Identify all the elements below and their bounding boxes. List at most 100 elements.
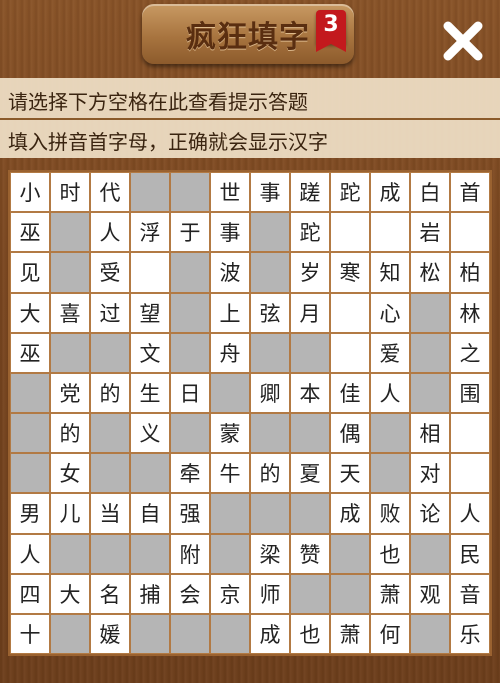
grid-letter-cell[interactable]: 之 <box>450 332 490 373</box>
grid-letter-cell[interactable]: 喜 <box>50 292 90 333</box>
grid-letter-cell[interactable]: 败 <box>370 493 410 534</box>
grid-letter-cell[interactable]: 当 <box>90 493 130 534</box>
grid-letter-cell[interactable]: 萧 <box>370 573 410 614</box>
grid-letter-cell[interactable]: 过 <box>90 292 130 333</box>
grid-letter-cell[interactable]: 佳 <box>330 372 370 413</box>
grid-letter-cell[interactable]: 林 <box>450 292 490 333</box>
grid-letter-cell[interactable]: 大 <box>50 573 90 614</box>
grid-letter-cell[interactable]: 相 <box>410 413 450 454</box>
grid-letter-cell[interactable]: 卿 <box>250 372 290 413</box>
grid-letter-cell[interactable] <box>130 252 170 293</box>
grid-letter-cell[interactable]: 附 <box>170 533 210 574</box>
grid-letter-cell[interactable]: 于 <box>170 212 210 253</box>
grid-letter-cell[interactable]: 观 <box>410 573 450 614</box>
grid-letter-cell[interactable]: 白 <box>410 172 450 213</box>
grid-letter-cell[interactable] <box>330 292 370 333</box>
grid-letter-cell[interactable]: 会 <box>170 573 210 614</box>
grid-letter-cell[interactable]: 松 <box>410 252 450 293</box>
grid-letter-cell[interactable]: 夏 <box>290 453 330 494</box>
grid-letter-cell[interactable]: 巫 <box>10 212 50 253</box>
grid-letter-cell[interactable]: 事 <box>250 172 290 213</box>
grid-letter-cell[interactable]: 月 <box>290 292 330 333</box>
grid-letter-cell[interactable]: 人 <box>450 493 490 534</box>
grid-letter-cell[interactable]: 的 <box>250 453 290 494</box>
grid-letter-cell[interactable]: 日 <box>170 372 210 413</box>
grid-letter-cell[interactable]: 心 <box>370 292 410 333</box>
grid-letter-cell[interactable]: 跎 <box>330 172 370 213</box>
grid-letter-cell[interactable] <box>330 332 370 373</box>
grid-letter-cell[interactable]: 人 <box>10 533 50 574</box>
grid-letter-cell[interactable]: 牵 <box>170 453 210 494</box>
grid-letter-cell[interactable] <box>370 212 410 253</box>
grid-letter-cell[interactable]: 音 <box>450 573 490 614</box>
grid-letter-cell[interactable]: 柏 <box>450 252 490 293</box>
grid-letter-cell[interactable]: 代 <box>90 172 130 213</box>
grid-letter-cell[interactable]: 论 <box>410 493 450 534</box>
grid-letter-cell[interactable]: 儿 <box>50 493 90 534</box>
grid-letter-cell[interactable]: 十 <box>10 613 50 654</box>
grid-letter-cell[interactable]: 天 <box>330 453 370 494</box>
grid-letter-cell[interactable]: 岩 <box>410 212 450 253</box>
grid-letter-cell[interactable]: 何 <box>370 613 410 654</box>
grid-letter-cell[interactable]: 男 <box>10 493 50 534</box>
grid-letter-cell[interactable]: 也 <box>370 533 410 574</box>
grid-letter-cell[interactable]: 梁 <box>250 533 290 574</box>
grid-letter-cell[interactable]: 党 <box>50 372 90 413</box>
grid-letter-cell[interactable]: 成 <box>330 493 370 534</box>
grid-letter-cell[interactable]: 事 <box>210 212 250 253</box>
grid-letter-cell[interactable]: 的 <box>90 372 130 413</box>
grid-letter-cell[interactable]: 萧 <box>330 613 370 654</box>
grid-letter-cell[interactable]: 舟 <box>210 332 250 373</box>
grid-letter-cell[interactable]: 见 <box>10 252 50 293</box>
grid-letter-cell[interactable] <box>330 212 370 253</box>
grid-letter-cell[interactable]: 生 <box>130 372 170 413</box>
grid-letter-cell[interactable]: 本 <box>290 372 330 413</box>
grid-letter-cell[interactable]: 四 <box>10 573 50 614</box>
grid-letter-cell[interactable] <box>450 453 490 494</box>
grid-letter-cell[interactable]: 爱 <box>370 332 410 373</box>
grid-letter-cell[interactable]: 偶 <box>330 413 370 454</box>
grid-letter-cell[interactable]: 媛 <box>90 613 130 654</box>
grid-letter-cell[interactable]: 对 <box>410 453 450 494</box>
grid-letter-cell[interactable]: 大 <box>10 292 50 333</box>
grid-letter-cell[interactable]: 时 <box>50 172 90 213</box>
grid-letter-cell[interactable]: 上 <box>210 292 250 333</box>
grid-letter-cell[interactable]: 成 <box>250 613 290 654</box>
grid-letter-cell[interactable]: 的 <box>50 413 90 454</box>
grid-letter-cell[interactable]: 文 <box>130 332 170 373</box>
grid-letter-cell[interactable]: 首 <box>450 172 490 213</box>
grid-letter-cell[interactable]: 人 <box>90 212 130 253</box>
close-button[interactable] <box>440 18 486 64</box>
grid-letter-cell[interactable]: 也 <box>290 613 330 654</box>
grid-letter-cell[interactable]: 望 <box>130 292 170 333</box>
grid-letter-cell[interactable]: 蹉 <box>290 172 330 213</box>
grid-letter-cell[interactable]: 世 <box>210 172 250 213</box>
grid-letter-cell[interactable]: 受 <box>90 252 130 293</box>
grid-letter-cell[interactable]: 浮 <box>130 212 170 253</box>
grid-letter-cell[interactable]: 捕 <box>130 573 170 614</box>
grid-letter-cell[interactable]: 成 <box>370 172 410 213</box>
grid-letter-cell[interactable]: 赞 <box>290 533 330 574</box>
grid-letter-cell[interactable]: 师 <box>250 573 290 614</box>
grid-letter-cell[interactable]: 乐 <box>450 613 490 654</box>
grid-letter-cell[interactable] <box>450 212 490 253</box>
grid-letter-cell[interactable]: 知 <box>370 252 410 293</box>
grid-letter-cell[interactable]: 跎 <box>290 212 330 253</box>
grid-letter-cell[interactable]: 义 <box>130 413 170 454</box>
grid-letter-cell[interactable]: 小 <box>10 172 50 213</box>
grid-letter-cell[interactable]: 岁 <box>290 252 330 293</box>
grid-letter-cell[interactable]: 围 <box>450 372 490 413</box>
grid-letter-cell[interactable]: 自 <box>130 493 170 534</box>
grid-letter-cell[interactable]: 寒 <box>330 252 370 293</box>
grid-letter-cell[interactable]: 民 <box>450 533 490 574</box>
grid-letter-cell[interactable] <box>450 413 490 454</box>
grid-letter-cell[interactable]: 巫 <box>10 332 50 373</box>
grid-letter-cell[interactable]: 人 <box>370 372 410 413</box>
grid-letter-cell[interactable]: 牛 <box>210 453 250 494</box>
grid-letter-cell[interactable]: 弦 <box>250 292 290 333</box>
grid-letter-cell[interactable]: 波 <box>210 252 250 293</box>
grid-letter-cell[interactable]: 女 <box>50 453 90 494</box>
grid-letter-cell[interactable]: 强 <box>170 493 210 534</box>
grid-letter-cell[interactable]: 京 <box>210 573 250 614</box>
grid-letter-cell[interactable]: 蒙 <box>210 413 250 454</box>
